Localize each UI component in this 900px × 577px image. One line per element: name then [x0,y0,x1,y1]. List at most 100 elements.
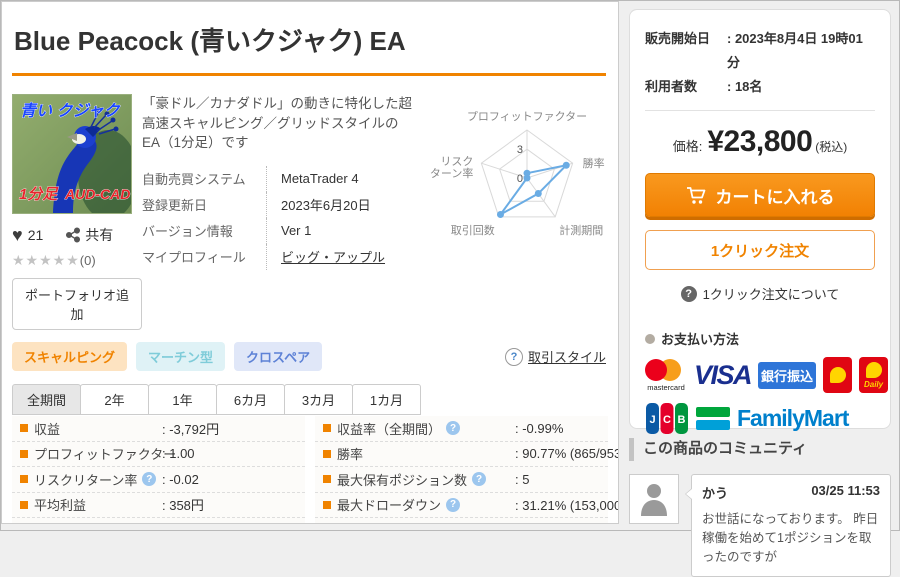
bullet-icon [20,500,28,509]
price-value: ¥23,800 [707,125,813,159]
trade-style-link[interactable]: ? 取引スタイル [504,347,606,366]
question-circle-icon[interactable]: ? [504,347,523,366]
familymart-bars-icon [696,407,730,431]
heart-icon[interactable]: ♥ [12,226,23,244]
stat-row: 最大利益 : 28,037円 [315,518,608,523]
detail-label: 登録更新日 [142,198,208,214]
tab-6months[interactable]: 6カ月 [216,384,285,415]
portfolio-add-button[interactable]: ポートフォリオ追加 [12,278,142,330]
rating-row: ★★★★★(0) [12,252,142,269]
tab-2years[interactable]: 2年 [80,384,149,415]
stat-row: 平均損失 : -3,518円 [12,518,305,523]
stat-value: : 358円 [162,498,204,514]
radar-chart: 3 0 プロフィットファクター勝率計測期間 取引回数 リスクターン率 [430,110,605,237]
tag-scalping[interactable]: スキャルピング [12,342,128,371]
stat-label: 平均損失 [34,521,86,523]
like-count: 21 [27,227,44,243]
daily-label: Daily [863,379,884,389]
stat-label: プロフィットファクター [34,447,177,463]
payment-methods-heading: お支払い方法 [645,329,875,348]
help-icon[interactable]: ? [472,472,487,487]
stat-value: : 90.77% (865/953) [515,446,619,462]
tab-all-period[interactable]: 全期間 [12,384,81,415]
stat-row: 最大保有ポジション数? : 5 [315,467,608,493]
jcb-logo: J C B [646,403,688,435]
stat-value: : -3,792円 [162,421,220,437]
stat-value: : 1.00 [162,446,195,462]
radar-chart-column: 3 0 プロフィットファクター 勝率 計測期間 取引回数 リスクターン率 [424,94,618,330]
daily-yamazaki-logo [823,357,853,394]
stat-label: 平均利益 [34,498,87,514]
tag-crosspair[interactable]: クロスペア [234,342,323,371]
avatar [629,473,679,524]
detail-value: 2023年6月20日 [266,191,371,218]
tax-note: (税込) [815,140,848,155]
stat-label: 最大ドローダウン [337,498,442,514]
detail-value: Ver 1 [266,217,311,244]
detail-label: バージョン情報 [142,224,233,240]
rating-count: (0) [79,253,96,268]
add-to-cart-label: カートに入れる [715,187,835,207]
stat-label: 収益 [34,421,61,437]
stat-label: 最大利益 [337,521,389,523]
comment-author: かう [702,485,729,501]
page: Blue Peacock (青いクジャク) EA 青い クジャク 1分足 AUD… [0,0,900,577]
svg-text:勝率: 勝率 [583,156,605,170]
page-title: Blue Peacock (青いクジャク) EA [14,26,406,56]
tab-1year[interactable]: 1年 [148,384,217,415]
add-to-cart-button[interactable]: カートに入れる [645,173,875,218]
mastercard-label: mastercard [647,382,685,392]
svg-text:J: J [649,414,655,426]
tab-3months[interactable]: 3カ月 [284,384,353,415]
one-click-order-button[interactable]: 1クリック注文 [645,230,875,271]
product-image: 青い クジャク 1分足 AUD-CAD [12,94,132,214]
stat-value: : -0.02 [162,471,199,487]
price-label: 価格: [672,139,703,155]
product-description: 「豪ドル／カナダドル」の動きに特化した超高速スキャルピング／グリッドスタイルのE… [142,96,412,151]
comment-bubble: かう 03/25 11:53 お世話になっております。 昨日稼働を始めて1ポジシ… [685,473,891,577]
comment-timestamp: 03/25 11:53 [811,482,880,498]
profile-link[interactable]: ビッグ・アップル [266,243,385,270]
period-tabs: 全期間 2年 1年 6カ月 3カ月 1カ月 [12,384,608,415]
detail-row: 自動売買システム MetaTrader 4 [142,165,424,192]
stat-label: 勝率 [337,447,364,463]
release-date-label: 販売開始日 [645,31,711,46]
stats-table: 収益 : -3,792円 プロフィットファクター : 1.00 リスクリターン率… [12,416,618,523]
payment-icons-row-1: mastercard VISA 銀行振込 Daily [645,357,889,394]
detail-row: マイプロフィール ビッグ・アップル [142,243,424,270]
stat-value: : 28,037円 [515,521,575,523]
comment-text: お世話になっております。 昨日稼働を始めて1ポジションを取ったのですが [702,511,879,565]
payment-icons-row-2: J C B FamilyMart [645,402,875,435]
svg-text:C: C [663,414,671,426]
users-label: 利用者数 [645,79,698,95]
help-icon[interactable]: ? [446,497,461,512]
bullet-icon [323,449,331,458]
detail-row: バージョン情報 Ver 1 [142,217,424,244]
svg-text:リスクターン率: リスクターン率 [430,155,473,180]
share-button[interactable]: 共有 [65,225,113,245]
svg-text:3: 3 [517,144,523,156]
detail-row: 登録更新日 2023年6月20日 [142,191,424,218]
stat-row: 収益率（全期間）? : -0.99% [315,416,608,442]
stat-label: 収益率（全期間） [337,421,442,437]
bullet-icon [323,500,331,509]
bullet-icon [20,475,28,484]
image-title-text: 青い クジャク [20,102,121,120]
bullet-icon [20,424,28,433]
product-image-column: 青い クジャク 1分足 AUD-CAD ♥ 21 共有 ★★★★★(0) ポート… [12,94,142,330]
share-icon [66,227,81,243]
one-click-about-link[interactable]: ? 1クリック注文について [645,284,875,303]
help-icon[interactable]: ? [446,421,461,436]
share-label: 共有 [85,227,114,243]
bullet-icon [323,475,331,484]
tab-1month[interactable]: 1カ月 [352,384,421,415]
divider [645,110,875,112]
comment-header: かう 03/25 11:53 [702,483,880,502]
product-main-card: Blue Peacock (青いクジャク) EA 青い クジャク 1分足 AUD… [1,1,619,524]
mastercard-logo: mastercard [645,358,687,392]
stat-row: プロフィットファクター : 1.00 [12,441,305,467]
tag-martin[interactable]: マーチン型 [136,342,226,371]
help-icon[interactable]: ? [142,472,157,487]
stat-value: : 5 [515,471,530,487]
detail-label: マイプロフィール [142,250,246,266]
